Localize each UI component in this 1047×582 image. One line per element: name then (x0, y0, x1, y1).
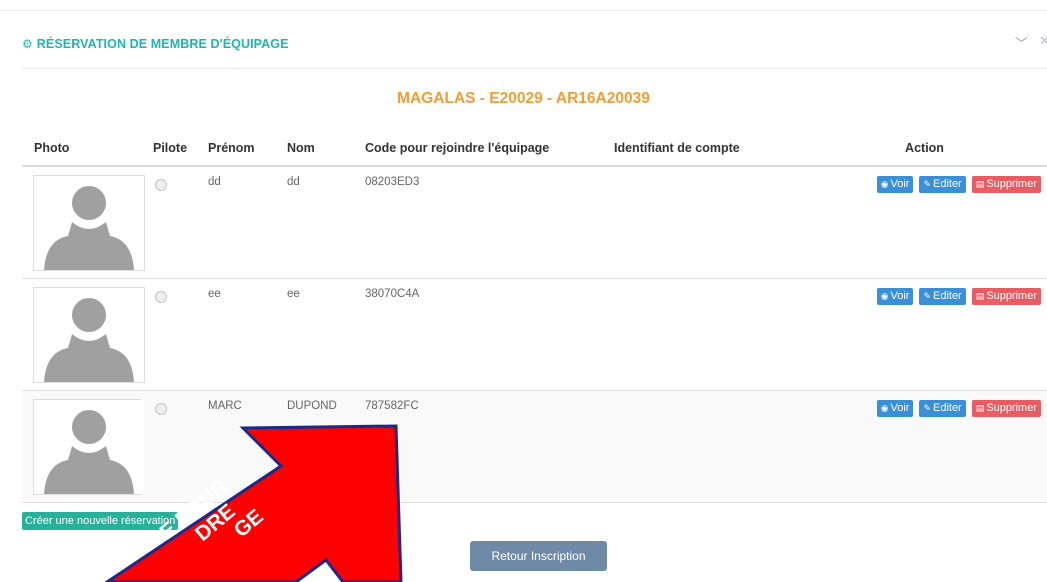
photo-cell (22, 166, 145, 279)
chevron-down-icon[interactable]: ﹀ (1015, 33, 1028, 52)
col-action: Action (802, 130, 1047, 167)
col-firstname: Prénom (196, 130, 275, 167)
close-icon[interactable]: ✕ (1039, 33, 1047, 49)
pilot-cell (141, 390, 196, 503)
action-cell: ◉ Voir ✎ Editer ▤ Supprimer (802, 278, 1047, 391)
crew-table: Photo Pilote Prénom Nom Code pour rejoin… (22, 130, 1047, 503)
action-cell: ◉ Voir ✎ Editer ▤ Supprimer (802, 166, 1047, 279)
col-account: Identifiant de compte (602, 130, 802, 167)
table-row: ee ee 38070C4A ◉ Voir ✎ Editer ▤ Supprimer (22, 278, 1047, 391)
eye-icon: ◉ (880, 403, 889, 413)
trash-icon: ▤ (975, 403, 985, 413)
edit-icon: ✎ (923, 291, 931, 301)
trash-icon: ▤ (975, 179, 985, 189)
col-lastname: Nom (275, 130, 353, 167)
edit-button[interactable]: ✎ Editer (919, 400, 966, 417)
table-row: MARC DUPOND 787582FC ◉ Voir ✎ Editer ▤ Supp… (22, 390, 1047, 503)
photo-cell (22, 278, 145, 391)
col-photo: Photo (22, 130, 141, 167)
pilot-radio[interactable] (155, 179, 167, 191)
panel-header: ⚙ RÉSERVATION DE MEMBRE D'ÉQUIPAGE (22, 34, 289, 54)
table-header-row: Photo Pilote Prénom Nom Code pour rejoin… (22, 130, 1047, 167)
avatar (33, 287, 145, 383)
lastname-cell: ee (275, 278, 353, 391)
action-cell: ◉ Voir ✎ Editer ▤ Supprimer (802, 390, 1047, 503)
table-row: dd dd 08203ED3 ◉ Voir ✎ Editer ▤ Supprimer (22, 166, 1047, 279)
photo-cell (22, 390, 145, 503)
avatar (33, 399, 145, 495)
edit-icon: ✎ (923, 179, 931, 189)
trash-icon: ▤ (975, 291, 985, 301)
cogs-icon: ⚙ (22, 37, 33, 51)
lastname-cell: DUPOND (275, 390, 353, 503)
edit-icon: ✎ (923, 403, 931, 413)
back-to-registration-button[interactable]: Retour Inscription (470, 541, 607, 571)
firstname-cell: ee (196, 278, 275, 391)
delete-button[interactable]: ▤ Supprimer (971, 288, 1041, 305)
edit-button[interactable]: ✎ Editer (919, 176, 966, 193)
col-code: Code pour rejoindre l'équipage (353, 130, 602, 167)
code-cell: 38070C4A (353, 278, 602, 391)
avatar (33, 175, 145, 271)
eye-icon: ◉ (880, 291, 889, 301)
col-pilot: Pilote (141, 130, 196, 167)
code-cell: 08203ED3 (353, 166, 602, 279)
view-button[interactable]: ◉ Voir (876, 400, 914, 417)
secondary-action-button[interactable] (211, 512, 237, 530)
crew-identifier: MAGALAS - E20029 - AR16A20039 (397, 90, 650, 107)
edit-button[interactable]: ✎ Editer (919, 288, 966, 305)
delete-button[interactable]: ▤ Supprimer (971, 176, 1041, 193)
top-divider (0, 10, 1047, 11)
account-cell (602, 166, 802, 279)
pilot-radio[interactable] (155, 291, 167, 303)
pilot-cell (141, 166, 196, 279)
code-cell: 787582FC (353, 390, 602, 503)
lastname-cell: dd (275, 166, 353, 279)
pilot-radio[interactable] (155, 403, 167, 415)
account-cell (602, 390, 802, 503)
firstname-cell: MARC (196, 390, 275, 503)
delete-button[interactable]: ▤ Supprimer (971, 400, 1041, 417)
firstname-cell: dd (196, 166, 275, 279)
view-button[interactable]: ◉ Voir (876, 176, 914, 193)
pilot-cell (141, 278, 196, 391)
panel-title: RÉSERVATION DE MEMBRE D'ÉQUIPAGE (36, 37, 289, 51)
new-reservation-button[interactable]: Créer une nouvelle réservation (22, 512, 179, 530)
header-divider (22, 68, 1047, 69)
account-cell (602, 278, 802, 391)
view-button[interactable]: ◉ Voir (876, 288, 914, 305)
eye-icon: ◉ (880, 179, 889, 189)
